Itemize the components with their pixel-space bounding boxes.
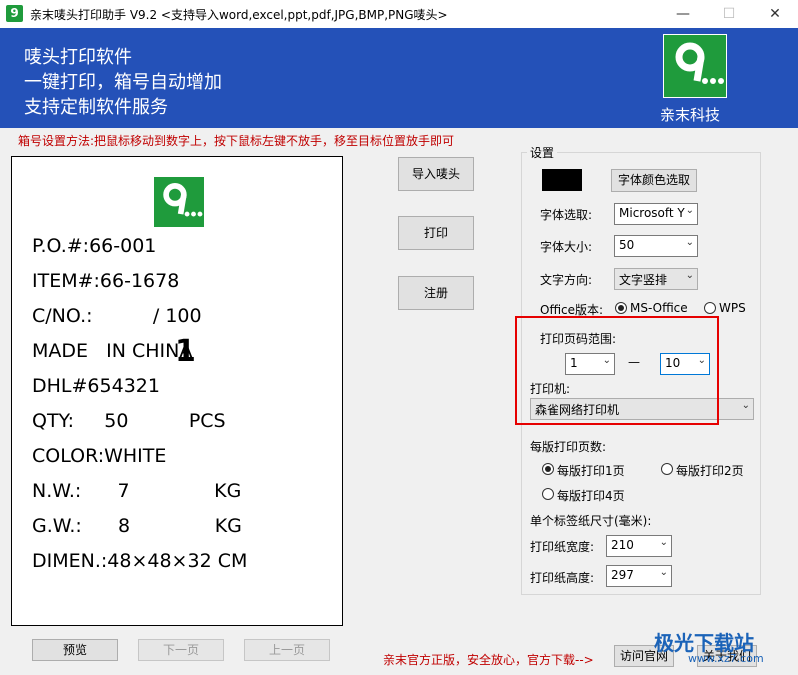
per-page-option-2: 每版打印2页 — [676, 464, 744, 478]
font-label: 字体选取: — [540, 208, 593, 222]
watermark-url: www.xz7.com — [688, 652, 764, 665]
paper-height-label: 打印纸高度: — [530, 571, 595, 585]
per-page-option-1: 每版打印1页 — [557, 464, 625, 478]
office-radio-ms[interactable] — [615, 302, 627, 314]
paper-width-value: 210 — [611, 538, 634, 552]
print-button[interactable]: 打印 — [398, 216, 474, 250]
minimize-button[interactable]: — — [660, 0, 706, 28]
preview-line: DIMEN.:48×48×32 CM — [32, 550, 248, 572]
banner-line-1: 唛头打印软件 — [24, 47, 132, 68]
register-button[interactable]: 注册 — [398, 276, 474, 310]
office-option-ms: MS-Office — [630, 301, 688, 315]
highlight-box — [515, 316, 719, 425]
font-color-button[interactable]: 字体颜色选取 — [611, 169, 697, 192]
chevron-down-icon: ⌄ — [659, 537, 668, 548]
preview-line: MADE IN CHINA — [32, 340, 193, 362]
paper-height-value: 297 — [611, 568, 634, 582]
chevron-down-icon: ⌄ — [685, 205, 694, 216]
next-page-button[interactable]: 下一页 — [138, 639, 224, 661]
per-page-radio-1[interactable] — [542, 463, 554, 475]
font-color-swatch — [542, 169, 582, 191]
preview-logo — [154, 177, 204, 227]
paper-width-select[interactable]: 210 ⌄ — [606, 535, 672, 557]
close-button[interactable]: ✕ — [752, 0, 798, 28]
import-mark-button[interactable]: 导入唛头 — [398, 157, 474, 191]
chevron-down-icon: ⌄ — [685, 270, 694, 281]
instruction-text: 箱号设置方法:把鼠标移动到数字上，按下鼠标左键不放手，移至目标位置放手即可 — [18, 134, 455, 148]
settings-group-label: 设置 — [527, 144, 558, 161]
preview-line: DHL#654321 — [32, 375, 160, 397]
direction-label: 文字方向: — [540, 273, 593, 287]
prev-page-button[interactable]: 上一页 — [244, 639, 330, 661]
paper-height-select[interactable]: 297 ⌄ — [606, 565, 672, 587]
chevron-down-icon: ⌄ — [685, 237, 694, 248]
box-number-draggable[interactable]: 1 — [175, 334, 196, 369]
maximize-button[interactable]: ☐ — [706, 0, 752, 28]
font-size-value: 50 — [619, 238, 635, 252]
preview-line: ITEM#:66-1678 — [32, 270, 180, 292]
preview-line: COLOR:WHITE — [32, 445, 167, 467]
preview-line: N.W.: 7 KG — [32, 480, 242, 502]
office-radio-wps[interactable] — [704, 302, 716, 314]
font-size-select[interactable]: 50 ⌄ — [614, 235, 698, 257]
preview-line: G.W.: 8 KG — [32, 515, 242, 537]
banner-line-3: 支持定制软件服务 — [24, 97, 168, 118]
per-page-label: 每版打印页数: — [530, 440, 607, 454]
label-size-label: 单个标签纸尺寸(毫米): — [530, 514, 652, 528]
preview-line: P.O.#:66-001 — [32, 235, 157, 257]
chevron-down-icon: ⌄ — [659, 567, 668, 578]
company-name: 亲末科技 — [660, 106, 721, 124]
paper-width-label: 打印纸宽度: — [530, 540, 595, 554]
label-preview[interactable]: P.O.#:66-001 ITEM#:66-1678 C/NO.: / 100 … — [11, 156, 343, 626]
company-logo — [663, 34, 727, 98]
font-select[interactable]: Microsoft Y ⌄ — [614, 203, 698, 225]
window-title: 亲末唛头打印助手 V9.2 <支持导入word,excel,ppt,pdf,JP… — [30, 8, 448, 22]
size-label: 字体大小: — [540, 240, 593, 254]
per-page-radio-2[interactable] — [661, 463, 673, 475]
preview-line: C/NO.: / 100 — [32, 305, 202, 327]
official-notice: 亲末官方正版，安全放心，官方下载--> — [383, 653, 594, 667]
office-option-wps: WPS — [719, 301, 746, 315]
text-direction-select[interactable]: 文字竖排 ⌄ — [614, 268, 698, 290]
per-page-radio-4[interactable] — [542, 488, 554, 500]
preview-button[interactable]: 预览 — [32, 639, 118, 661]
preview-line: QTY: 50 PCS — [32, 410, 226, 432]
app-icon: 9 — [6, 5, 23, 22]
banner-line-2: 一键打印，箱号自动增加 — [24, 72, 222, 93]
text-direction-value: 文字竖排 — [619, 273, 668, 287]
chevron-down-icon: ⌄ — [741, 400, 750, 411]
font-select-value: Microsoft Y — [619, 206, 685, 220]
per-page-option-4: 每版打印4页 — [557, 489, 625, 503]
